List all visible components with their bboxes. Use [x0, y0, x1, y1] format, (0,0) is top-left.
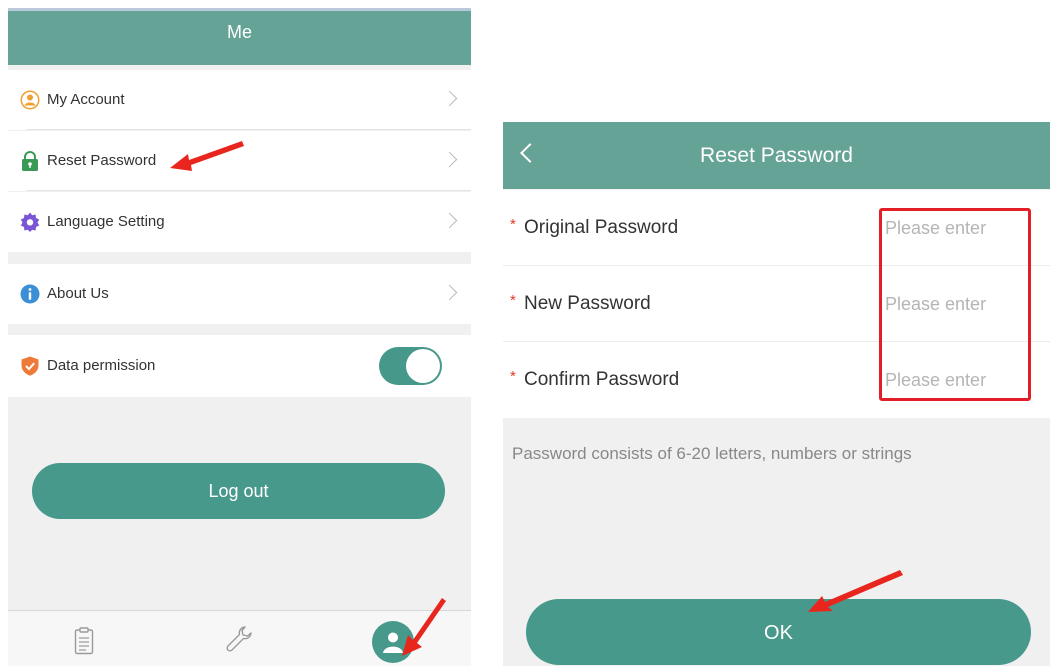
info-icon [20, 284, 40, 304]
menu-item-label: About Us [47, 285, 109, 302]
data-permission-toggle[interactable] [379, 347, 442, 385]
chevron-right-icon [441, 151, 458, 168]
data-permission-row: Data permission [8, 335, 471, 397]
original-password-label: Original Password [524, 217, 679, 238]
password-hint: Password consists of 6-20 letters, numbe… [512, 444, 912, 463]
menu-item-about-us[interactable]: About Us [8, 264, 471, 324]
highlight-box [879, 208, 1031, 401]
menu-item-language-setting[interactable]: Language Setting [8, 192, 471, 252]
confirm-password-label: Confirm Password [524, 369, 680, 390]
shield-icon [21, 356, 39, 376]
page-title: Me [8, 11, 471, 65]
page-title-text: Reset Password [700, 144, 853, 167]
toggle-knob [406, 349, 440, 383]
user-circle-icon [20, 90, 40, 110]
clipboard-icon[interactable] [74, 627, 94, 655]
required-mark: * [510, 292, 516, 309]
lock-icon [22, 151, 38, 171]
page-title: Reset Password [503, 122, 1050, 189]
divider [26, 190, 471, 191]
chevron-right-icon [441, 90, 458, 107]
me-screen: Me My Account Reset Password Language Se… [8, 8, 471, 666]
menu-item-label: Language Setting [47, 213, 165, 230]
menu-item-label: My Account [47, 91, 125, 108]
data-permission-label: Data permission [47, 357, 156, 374]
required-mark: * [510, 216, 516, 233]
chevron-right-icon [441, 284, 458, 301]
divider [26, 129, 471, 130]
menu-item-my-account[interactable]: My Account [8, 70, 471, 130]
wrench-icon[interactable] [225, 625, 253, 653]
gear-icon [20, 212, 40, 232]
menu-item-label: Reset Password [47, 152, 157, 169]
annotation-arrow-icon [402, 598, 446, 656]
annotation-arrow-icon [170, 141, 244, 171]
reset-password-screen: Reset Password * Original Password Pleas… [503, 122, 1050, 666]
new-password-label: New Password [524, 293, 651, 314]
logout-button[interactable]: Log out [32, 463, 445, 519]
annotation-arrow-icon [808, 570, 903, 612]
required-mark: * [510, 368, 516, 385]
ok-button[interactable]: OK [526, 599, 1031, 665]
chevron-right-icon [441, 212, 458, 229]
